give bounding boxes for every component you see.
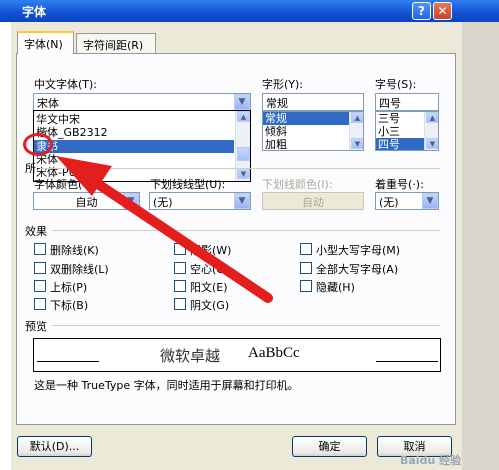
watermark: Baidu 经验 bbox=[400, 454, 462, 467]
annotation-arrow bbox=[56, 156, 273, 303]
arrow-shaft bbox=[81, 171, 273, 303]
